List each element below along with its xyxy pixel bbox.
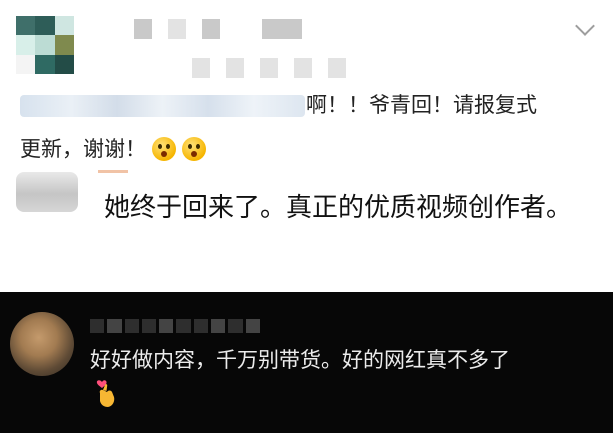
user-avatar-blurred[interactable] [16, 16, 74, 74]
blurred-mention [20, 95, 305, 117]
comment-text: 她终于回来了。真正的优质视频创作者。 [104, 193, 573, 223]
comment-text-line2: 更新，谢谢！ [20, 136, 206, 162]
blurred-username [98, 170, 128, 173]
blurred-meta [192, 58, 346, 78]
shocked-face-icon [182, 137, 206, 161]
blurred-username [90, 319, 260, 333]
dark-comment-panel: 好好做内容，千万别带货。好的网红真不多了 [0, 292, 613, 433]
blurred-username [134, 19, 302, 39]
shocked-face-icon [152, 137, 176, 161]
user-avatar-blurred[interactable] [10, 312, 74, 376]
comment-text-line1: 啊！！爷青回！请报复式 [306, 93, 537, 117]
user-avatar-blurred[interactable] [16, 172, 78, 212]
chevron-down-icon[interactable] [575, 16, 595, 36]
finger-heart-icon [96, 380, 115, 407]
light-comments-panel: 啊！！爷青回！请报复式 更新，谢谢！ 她终于回来了。真正的优质视频创作者。 [0, 0, 613, 292]
comment-text: 好好做内容，千万别带货。好的网红真不多了 [90, 348, 510, 372]
comment-text: 更新，谢谢！ [20, 137, 146, 161]
